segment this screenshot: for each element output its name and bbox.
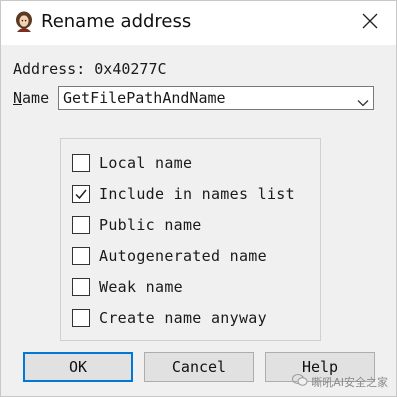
option-label: Include in names list [99,185,295,203]
option-create-name-anyway[interactable]: Create name anyway [72,307,267,329]
include-in-names-list-checkbox[interactable] [72,185,90,203]
address-label: Address: 0x40277C [13,60,167,78]
option-label: Public name [99,216,202,234]
name-label: Name [13,89,49,107]
weak-name-checkbox[interactable] [72,278,90,296]
name-combobox[interactable]: GetFilePathAndName [58,86,374,110]
portrait-icon [13,11,35,33]
chevron-down-icon[interactable] [357,93,369,107]
local-name-checkbox[interactable] [72,154,90,172]
wechat-icon [292,373,308,390]
autogenerated-name-checkbox[interactable] [72,247,90,265]
option-label: Local name [99,154,193,172]
option-autogenerated-name[interactable]: Autogenerated name [72,245,267,267]
watermark: 嘶吼AI安全之家 [292,373,388,390]
rename-address-dialog: Rename address Address: 0x40277C Name Ge… [0,0,397,397]
option-include-in-names-list[interactable]: Include in names list [72,183,295,205]
close-icon [362,13,378,33]
option-label: Autogenerated name [99,247,267,265]
name-combobox-value[interactable]: GetFilePathAndName [63,89,226,107]
name-label-accelerator: N [13,89,23,107]
watermark-text: 嘶吼AI安全之家 [311,375,388,389]
checkmark-icon [75,189,87,200]
close-button[interactable] [354,7,386,39]
window-title: Rename address [41,11,192,32]
option-public-name[interactable]: Public name [72,214,202,236]
name-options-group: Local name Include in names list Public … [60,138,321,341]
option-weak-name[interactable]: Weak name [72,276,183,298]
option-label: Weak name [99,278,183,296]
cancel-button[interactable]: Cancel [144,352,254,382]
create-name-anyway-checkbox[interactable] [72,309,90,327]
name-label-rest: ame [22,89,50,107]
title-bar: Rename address [1,1,396,45]
ok-button[interactable]: OK [23,352,133,382]
option-label: Create name anyway [99,309,267,327]
option-local-name[interactable]: Local name [72,152,192,174]
public-name-checkbox[interactable] [72,216,90,234]
